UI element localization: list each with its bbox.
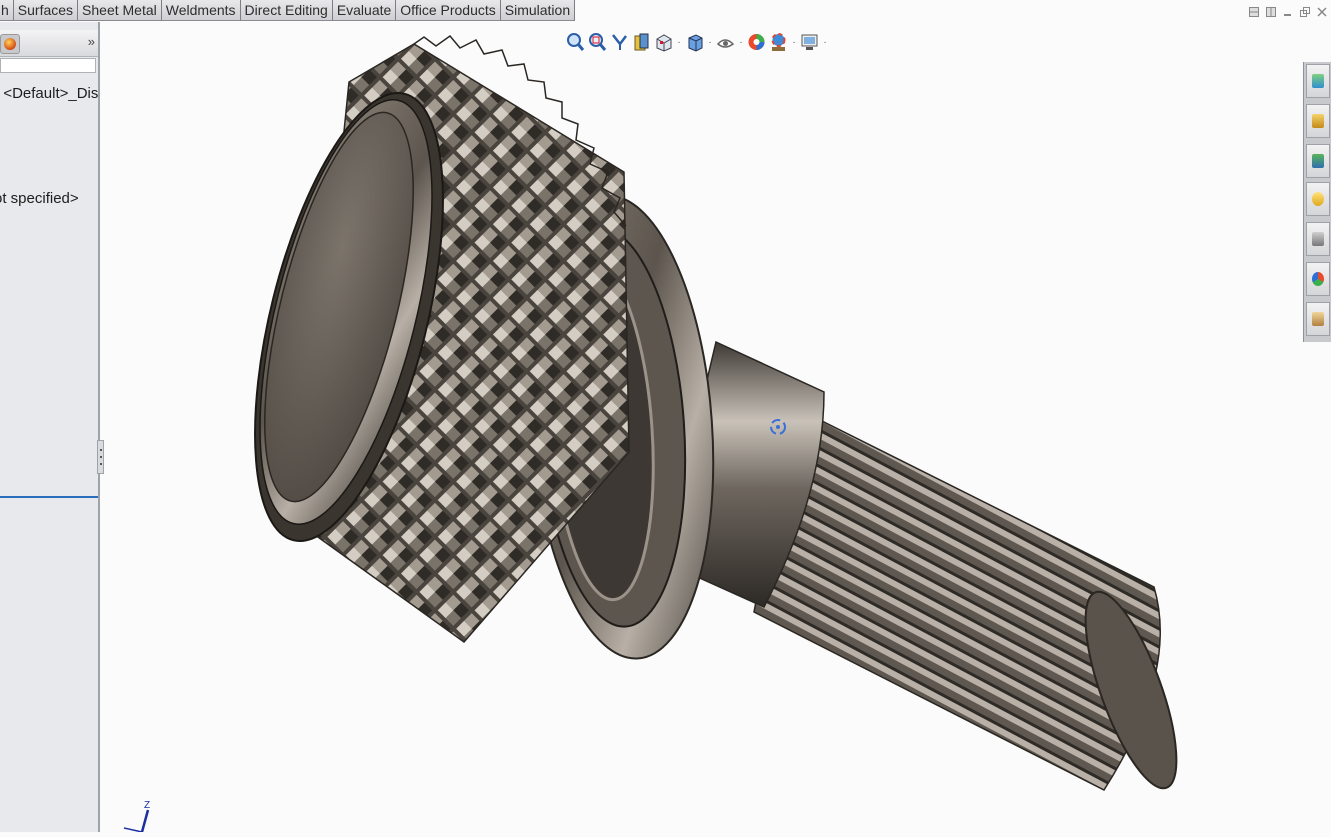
file-explorer-icon[interactable] — [1306, 144, 1330, 178]
custom-properties-icon[interactable] — [1306, 262, 1330, 296]
expand-panel-button[interactable]: » — [88, 34, 95, 49]
thumb-screw-model[interactable] — [104, 22, 1303, 832]
tree-item-configuration[interactable]: t <Default>_Displ — [0, 85, 98, 102]
tree-item-material[interactable]: ot specified> — [0, 190, 79, 207]
tab-simulation[interactable]: Simulation — [500, 0, 576, 21]
tab-sheet-metal[interactable]: Sheet Metal — [78, 0, 162, 21]
tab-weldments[interactable]: Weldments — [161, 0, 241, 21]
appearances-icon[interactable] — [1306, 222, 1330, 256]
solidworks-resources-icon[interactable] — [1306, 64, 1330, 98]
design-library-icon[interactable] — [1306, 104, 1330, 138]
feature-filter-input[interactable] — [0, 58, 96, 73]
tab-direct-editing[interactable]: Direct Editing — [240, 0, 333, 21]
triad-z-label: Z — [144, 800, 150, 811]
tab-sketch[interactable]: h — [0, 0, 14, 21]
tab-evaluate[interactable]: Evaluate — [332, 0, 397, 21]
task-pane — [1303, 62, 1331, 342]
command-manager-tabs: h Surfaces Sheet Metal Weldments Direct … — [0, 0, 576, 21]
panel-tab-bar: » — [0, 30, 98, 57]
tab-office-products[interactable]: Office Products — [396, 0, 501, 21]
forum-icon[interactable] — [1306, 302, 1330, 336]
graphics-viewport[interactable] — [104, 22, 1303, 832]
tab-surfaces[interactable]: Surfaces — [13, 0, 79, 21]
window-controls — [1248, 6, 1327, 17]
appearance-tab-icon[interactable] — [0, 34, 20, 54]
tile-horizontal-icon[interactable] — [1248, 6, 1259, 17]
panel-divider — [0, 496, 98, 498]
feature-manager-panel: » t <Default>_Displ ot specified> — [0, 22, 100, 832]
minimize-icon[interactable] — [1282, 6, 1293, 17]
view-palette-icon[interactable] — [1306, 182, 1330, 216]
close-icon[interactable] — [1316, 6, 1327, 17]
restore-icon[interactable] — [1299, 6, 1310, 17]
tile-vertical-icon[interactable] — [1265, 6, 1276, 17]
reference-triad: Z — [118, 798, 158, 833]
panel-splitter-handle[interactable] — [97, 440, 104, 474]
